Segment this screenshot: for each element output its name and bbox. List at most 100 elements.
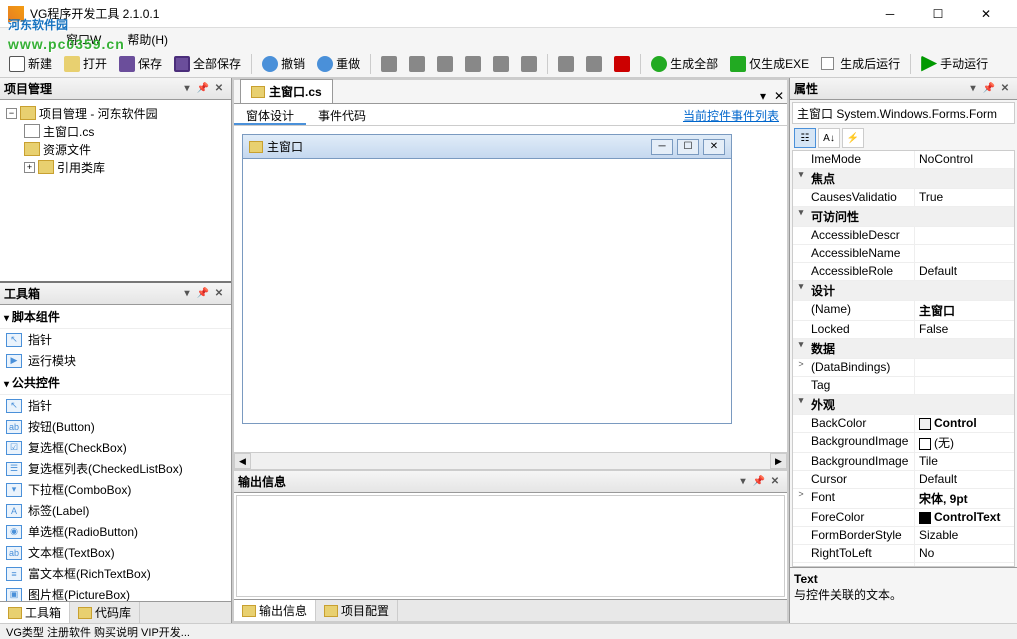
mock-form[interactable]: 主窗口 ─ ☐ ✕ bbox=[242, 134, 732, 424]
align-button-6[interactable] bbox=[516, 54, 542, 74]
maximize-button[interactable]: ☐ bbox=[915, 0, 961, 28]
tool-pointer[interactable]: ↖指针 bbox=[0, 395, 231, 416]
property-row[interactable]: RightToLeftNo bbox=[793, 545, 1014, 563]
menu-window[interactable]: 窗口W bbox=[60, 29, 107, 50]
panel-close-button[interactable]: ✕ bbox=[767, 474, 783, 490]
panel-pin-button[interactable]: 📌 bbox=[195, 286, 211, 302]
property-object-selector[interactable]: 主窗口 System.Windows.Forms.Form bbox=[792, 102, 1015, 124]
tab-output[interactable]: 输出信息 bbox=[234, 600, 316, 621]
tool-button[interactable]: ab按钮(Button) bbox=[0, 416, 231, 437]
genall-button[interactable]: 生成全部 bbox=[646, 53, 723, 74]
redo-button[interactable]: 重做 bbox=[312, 53, 365, 74]
property-row[interactable]: CursorDefault bbox=[793, 471, 1014, 489]
property-row[interactable]: Tag bbox=[793, 377, 1014, 395]
property-category[interactable]: ▾可访问性 bbox=[793, 207, 1014, 227]
expander-icon[interactable]: + bbox=[24, 162, 35, 173]
panel-menu-button[interactable]: ▾ bbox=[179, 81, 195, 97]
tab-config[interactable]: 项目配置 bbox=[316, 600, 398, 621]
panel-pin-button[interactable]: 📌 bbox=[195, 81, 211, 97]
panel-close-button[interactable]: ✕ bbox=[211, 81, 227, 97]
view-tab-form[interactable]: 窗体设计 bbox=[234, 104, 306, 125]
tree-item[interactable]: 资源文件 bbox=[2, 140, 229, 158]
scroll-right-button[interactable]: ▶ bbox=[770, 453, 787, 469]
property-row[interactable]: BackgroundImage(无) bbox=[793, 433, 1014, 453]
property-row[interactable]: AccessibleDescr bbox=[793, 227, 1014, 245]
layout-button-1[interactable] bbox=[553, 54, 579, 74]
property-row[interactable]: ImeModeNoControl bbox=[793, 151, 1014, 169]
tab-menu-button[interactable]: ▾ bbox=[755, 89, 771, 103]
property-row[interactable]: >(DataBindings) bbox=[793, 359, 1014, 377]
close-button[interactable]: ✕ bbox=[963, 0, 1009, 28]
tree-root[interactable]: −项目管理 - 河东软件园 bbox=[2, 104, 229, 122]
tree-item[interactable]: 主窗口.cs bbox=[2, 122, 229, 140]
tool-textbox[interactable]: ab文本框(TextBox) bbox=[0, 542, 231, 563]
toolbox-category-script[interactable]: 脚本组件 bbox=[0, 305, 231, 329]
tool-pointer[interactable]: ↖指针 bbox=[0, 329, 231, 350]
layout-button-2[interactable] bbox=[581, 54, 607, 74]
tool-radiobutton[interactable]: ◉单选框(RadioButton) bbox=[0, 521, 231, 542]
property-row[interactable]: FormBorderStyleSizable bbox=[793, 527, 1014, 545]
tool-picturebox[interactable]: ▣图片框(PictureBox) bbox=[0, 584, 231, 601]
property-category[interactable]: ▾焦点 bbox=[793, 169, 1014, 189]
align-button-1[interactable] bbox=[376, 54, 402, 74]
tool-combobox[interactable]: ▾下拉框(ComboBox) bbox=[0, 479, 231, 500]
property-row[interactable]: CausesValidatioTrue bbox=[793, 189, 1014, 207]
scroll-left-button[interactable]: ◀ bbox=[234, 453, 251, 469]
property-row[interactable]: BackColorControl bbox=[793, 415, 1014, 433]
property-row[interactable]: BackgroundImageTile bbox=[793, 453, 1014, 471]
menu-help[interactable]: 帮助(H) bbox=[121, 29, 174, 50]
property-category[interactable]: ▾数据 bbox=[793, 339, 1014, 359]
save-button[interactable]: 保存 bbox=[114, 53, 167, 74]
property-row[interactable]: (Name)主窗口 bbox=[793, 301, 1014, 321]
align-button-3[interactable] bbox=[432, 54, 458, 74]
tab-codebase[interactable]: 代码库 bbox=[70, 602, 140, 623]
delete-button[interactable] bbox=[609, 54, 635, 74]
document-tab[interactable]: 主窗口.cs bbox=[240, 79, 333, 103]
tool-runmodule[interactable]: ▶运行模块 bbox=[0, 350, 231, 371]
new-button[interactable]: 新建 bbox=[4, 53, 57, 74]
prop-categorized-button[interactable]: ☷ bbox=[794, 128, 816, 148]
minimize-button[interactable]: ─ bbox=[867, 0, 913, 28]
view-tab-code[interactable]: 事件代码 bbox=[306, 104, 378, 125]
tool-richtextbox[interactable]: ≡富文本框(RichTextBox) bbox=[0, 563, 231, 584]
mock-max-button[interactable]: ☐ bbox=[677, 139, 699, 155]
tree-item[interactable]: +引用类库 bbox=[2, 158, 229, 176]
prop-events-button[interactable]: ⚡ bbox=[842, 128, 864, 148]
panel-menu-button[interactable]: ▾ bbox=[179, 286, 195, 302]
property-grid[interactable]: ImeModeNoControl▾焦点CausesValidatioTrue▾可… bbox=[792, 150, 1015, 567]
property-category[interactable]: ▾设计 bbox=[793, 281, 1014, 301]
mock-close-button[interactable]: ✕ bbox=[703, 139, 725, 155]
panel-pin-button[interactable]: 📌 bbox=[751, 474, 767, 490]
output-textarea[interactable] bbox=[236, 495, 785, 597]
align-button-4[interactable] bbox=[460, 54, 486, 74]
panel-close-button[interactable]: ✕ bbox=[211, 286, 227, 302]
toolbox-category-common[interactable]: 公共控件 bbox=[0, 371, 231, 395]
tool-label[interactable]: A标签(Label) bbox=[0, 500, 231, 521]
property-row[interactable]: AccessibleRoleDefault bbox=[793, 263, 1014, 281]
genexe-button[interactable]: 仅生成EXE bbox=[725, 53, 814, 74]
property-row[interactable]: AccessibleName bbox=[793, 245, 1014, 263]
property-row[interactable]: LockedFalse bbox=[793, 321, 1014, 339]
tool-checkedlistbox[interactable]: ☰复选框列表(CheckedListBox) bbox=[0, 458, 231, 479]
undo-button[interactable]: 撤销 bbox=[257, 53, 310, 74]
mock-min-button[interactable]: ─ bbox=[651, 139, 673, 155]
horizontal-scrollbar[interactable]: ◀▶ bbox=[234, 452, 787, 469]
prop-alpha-button[interactable]: A↓ bbox=[818, 128, 840, 148]
expander-icon[interactable]: − bbox=[6, 108, 17, 119]
property-row[interactable]: ForeColorControlText bbox=[793, 509, 1014, 527]
saveall-button[interactable]: 全部保存 bbox=[169, 53, 246, 74]
tab-close-button[interactable]: ✕ bbox=[771, 89, 787, 103]
genrun-checkbox[interactable]: 生成后运行 bbox=[816, 53, 905, 74]
align-button-2[interactable] bbox=[404, 54, 430, 74]
manualrun-button[interactable]: 手动运行 bbox=[916, 53, 993, 74]
events-link[interactable]: 当前控件事件列表 bbox=[675, 104, 787, 125]
align-button-5[interactable] bbox=[488, 54, 514, 74]
panel-menu-button[interactable]: ▾ bbox=[735, 474, 751, 490]
panel-menu-button[interactable]: ▾ bbox=[965, 81, 981, 97]
open-button[interactable]: 打开 bbox=[59, 53, 112, 74]
panel-close-button[interactable]: ✕ bbox=[997, 81, 1013, 97]
panel-pin-button[interactable]: 📌 bbox=[981, 81, 997, 97]
property-row[interactable]: >Font宋体, 9pt bbox=[793, 489, 1014, 509]
tool-checkbox[interactable]: ☑复选框(CheckBox) bbox=[0, 437, 231, 458]
designer-canvas[interactable]: 主窗口 ─ ☐ ✕ bbox=[234, 126, 787, 452]
